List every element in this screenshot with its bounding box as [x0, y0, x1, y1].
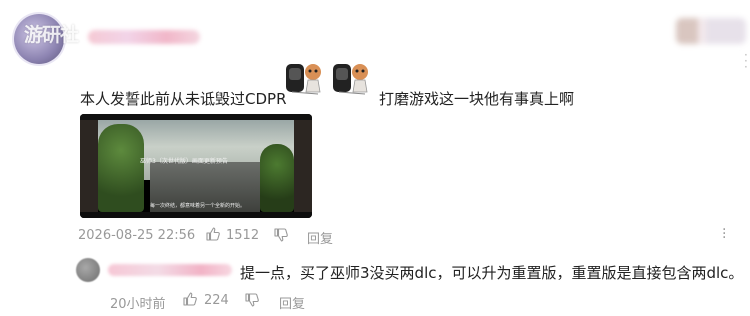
reply-button[interactable]: 回复 [307, 228, 333, 247]
thumbnail-tree [98, 124, 144, 212]
follow-area-blurred[interactable] [676, 18, 746, 44]
vertical-dots-icon[interactable]: · · · [744, 49, 748, 73]
thumbnail-bottombar [80, 212, 312, 218]
thumbnail-frame [294, 114, 312, 218]
vertical-dots-icon[interactable]: · · · [722, 223, 726, 245]
thumbnail-frame [80, 114, 98, 218]
post-text-part1: 本人发誓此前从未诋毁过CDPR [80, 90, 287, 108]
thumbs-down-icon[interactable] [273, 227, 289, 243]
reply-text: 提一点，买了巫师3没买两dlc，可以升为重置版，重置版是直接包含两dlc。 [240, 264, 744, 282]
thumbnail-title: 巫师3（次世代版）画面更新预告 [140, 158, 228, 165]
reply-reply-button[interactable]: 回复 [279, 293, 305, 312]
image-thumbnail[interactable]: 巫师3（次世代版）画面更新预告 每一次终结，都意味着另一个全新的开始。 [80, 114, 312, 218]
thumbnail-tree [260, 144, 294, 212]
reply-time: 20小时前 [110, 297, 166, 312]
post-text-part2: 打磨游戏这一块他有事真上啊 [379, 90, 575, 108]
thumbnail-subtitle: 每一次终结，都意味着另一个全新的开始。 [150, 203, 246, 209]
reply-like-count: 224 [204, 293, 229, 308]
username-blurred[interactable] [88, 30, 200, 44]
reply-avatar[interactable] [76, 258, 100, 282]
sticker-emoji [333, 64, 368, 95]
watermark-logo: 游研社 [24, 24, 79, 46]
reply-username-blurred[interactable] [108, 264, 232, 276]
like-count: 1512 [226, 228, 260, 243]
thumbnail-topbar [80, 114, 312, 120]
sticker-emoji [286, 64, 321, 95]
post-timestamp: 2026-08-25 22:56 [78, 228, 196, 243]
thumbs-up-icon[interactable] [205, 226, 221, 242]
thumbs-up-icon[interactable] [182, 291, 198, 307]
thumbs-down-icon[interactable] [244, 292, 260, 308]
